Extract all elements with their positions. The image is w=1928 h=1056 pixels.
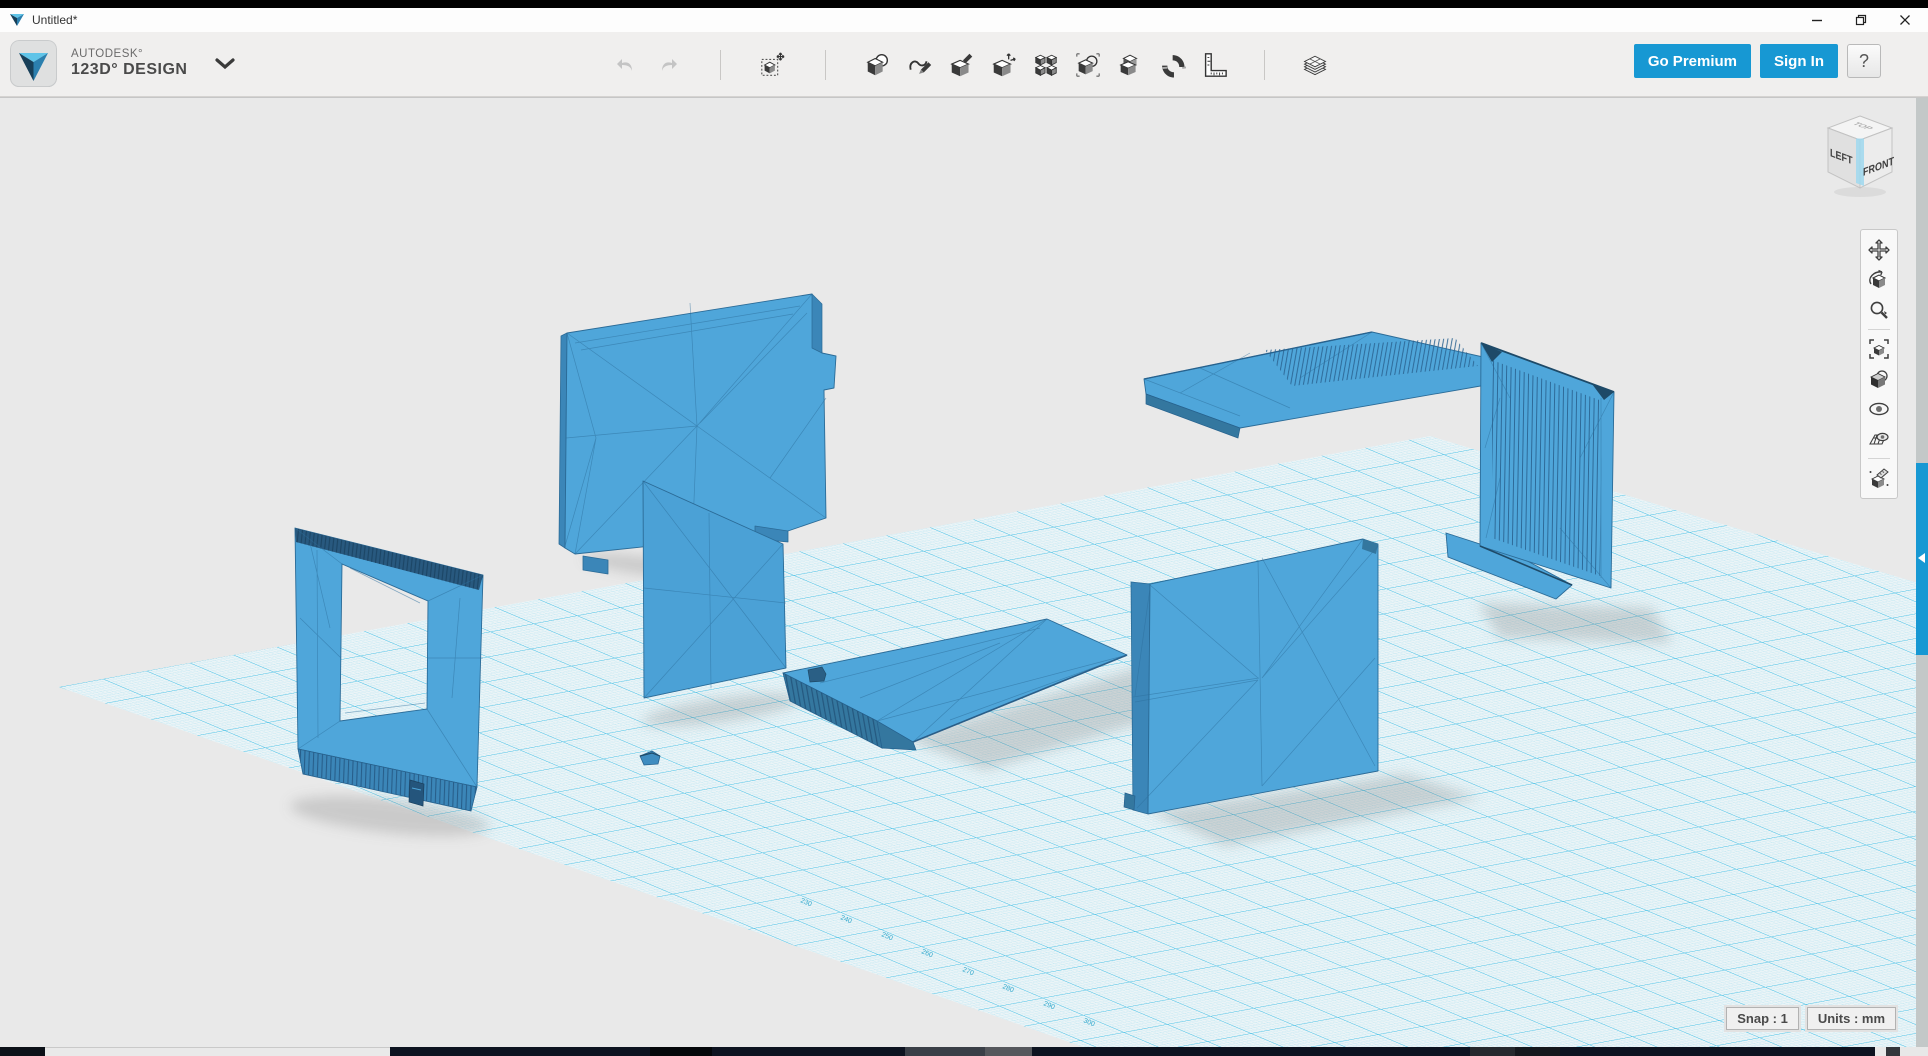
redo-icon[interactable] (654, 49, 682, 81)
close-icon[interactable] (1898, 13, 1912, 27)
snap-settings-icon[interactable] (1864, 463, 1894, 493)
app-window: Untitled* AUTODESK° 123D (0, 0, 1928, 1056)
panel-expand-tab[interactable] (1916, 463, 1928, 655)
window-title: Untitled* (32, 13, 77, 27)
taskbar-segment (1515, 1047, 1560, 1056)
go-premium-button[interactable]: Go Premium (1634, 44, 1751, 78)
brand-123d-design: 123D° DESIGN (71, 61, 187, 79)
part-top-tray[interactable] (1144, 332, 1492, 438)
taskbar-segment (905, 1047, 985, 1056)
pan-icon[interactable] (1864, 235, 1894, 265)
window-top-strip (0, 0, 1928, 8)
taskbar-sliver[interactable] (0, 1047, 1928, 1056)
taskbar-segment (45, 1047, 390, 1056)
brand-zone: AUTODESK° 123D° DESIGN (10, 40, 235, 87)
taskbar-segment (1875, 1047, 1928, 1056)
app-logo-icon (10, 40, 57, 87)
orbit-icon[interactable] (1864, 265, 1894, 295)
window-controls (1810, 8, 1912, 32)
toolbar-separator (1264, 50, 1265, 80)
zoom-icon[interactable] (1864, 295, 1894, 325)
construct-icon[interactable] (948, 49, 976, 81)
primitives-icon[interactable] (864, 49, 892, 81)
main-menu-chevron-down-icon[interactable] (215, 58, 235, 70)
units-setting[interactable]: Units : mm (1807, 1007, 1896, 1030)
taskbar-segment (0, 1047, 45, 1056)
snap-icon[interactable] (1158, 49, 1186, 81)
taskbar-segment (1886, 1047, 1900, 1056)
taskbar-segment (650, 1047, 712, 1056)
appbar: AUTODESK° 123D° DESIGN (0, 32, 1928, 97)
undo-icon[interactable] (612, 49, 640, 81)
scene-canvas: 230 240 250 260 270 280 290 300 (0, 98, 1928, 1047)
measure-icon[interactable] (1200, 49, 1228, 81)
snap-setting[interactable]: Snap : 1 (1726, 1007, 1799, 1030)
main-toolbar (612, 46, 1329, 84)
toolbar-separator (825, 50, 826, 80)
chevron-left-icon (1918, 553, 1925, 563)
combine-icon[interactable] (1116, 49, 1144, 81)
view-cube[interactable]: TOP LEFT FRONT (1816, 106, 1904, 202)
nav-separator (1868, 458, 1890, 459)
sketch-icon[interactable] (906, 49, 934, 81)
zoom-to-fit-icon[interactable] (1864, 334, 1894, 364)
taskbar-segment (985, 1047, 1032, 1056)
grid-visibility-icon[interactable] (1864, 424, 1894, 454)
restore-icon[interactable] (1854, 13, 1868, 27)
account-actions: Go Premium Sign In ? (1634, 44, 1881, 78)
status-bar: Snap : 1 Units : mm (1726, 1007, 1896, 1030)
modify-icon[interactable] (990, 49, 1018, 81)
nav-separator (1868, 329, 1890, 330)
group-icon[interactable] (1074, 49, 1102, 81)
pattern-icon[interactable] (1032, 49, 1060, 81)
titlebar: Untitled* (0, 8, 1928, 32)
brand-autodesk: AUTODESK° (71, 48, 187, 61)
minimize-icon[interactable] (1810, 13, 1824, 27)
hide-show-icon[interactable] (1864, 394, 1894, 424)
transform-move-icon[interactable] (759, 49, 787, 81)
material-icon[interactable] (1864, 364, 1894, 394)
toolbar-separator (720, 50, 721, 80)
taskbar-segment (1470, 1047, 1515, 1056)
text-layers-icon[interactable] (1301, 49, 1329, 81)
help-button[interactable]: ? (1847, 44, 1881, 78)
part-clip (808, 667, 826, 682)
bezel-buttons (409, 780, 424, 806)
viewport-3d[interactable]: 230 240 250 260 270 280 290 300 (0, 97, 1928, 1047)
brand-text: AUTODESK° 123D° DESIGN (71, 48, 187, 78)
sign-in-button[interactable]: Sign In (1760, 44, 1838, 78)
app-mini-logo-icon (9, 13, 25, 27)
navigation-toolbar (1860, 229, 1898, 499)
